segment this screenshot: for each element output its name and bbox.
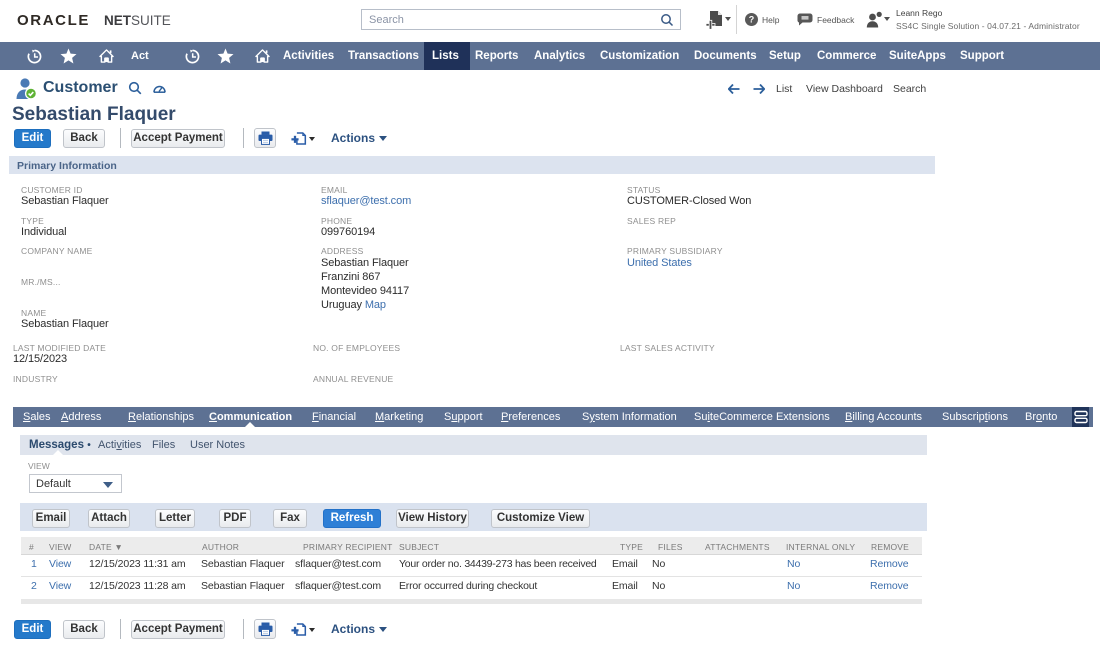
svg-text:?: ? [749,15,755,25]
